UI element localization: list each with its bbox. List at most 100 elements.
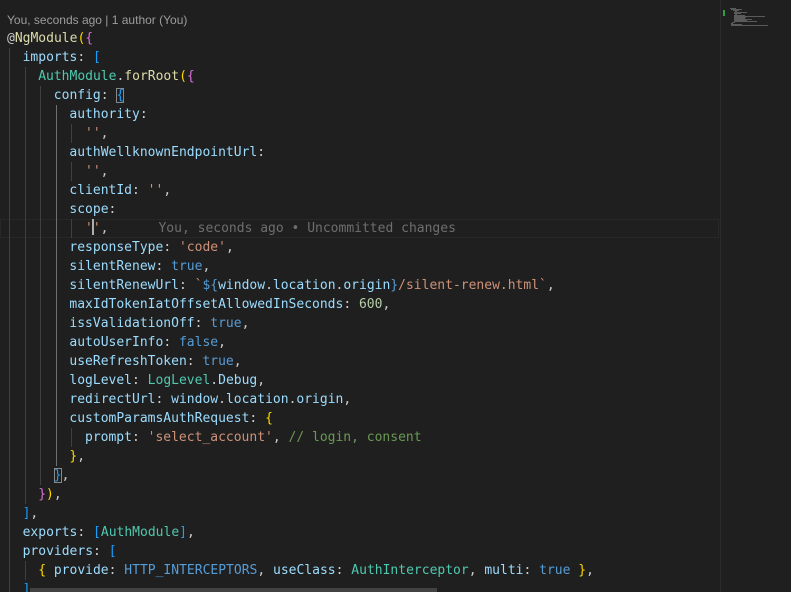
code-token: prompt <box>85 430 132 445</box>
code-token: { <box>85 31 94 46</box>
code-line[interactable]: '', <box>0 162 719 181</box>
code-text: '', You, seconds ago • Uncommitted change… <box>85 219 456 238</box>
code-line[interactable]: prompt: 'select_account', // login, cons… <box>0 428 719 447</box>
code-text: scope: <box>69 200 116 219</box>
code-token: origin <box>343 278 391 293</box>
code-token: '' <box>85 164 101 179</box>
code-line[interactable]: AuthModule.forRoot({ <box>0 67 719 86</box>
code-token: , <box>272 430 289 445</box>
code-token: . <box>218 392 226 407</box>
indent-guide <box>55 200 57 219</box>
horizontal-scrollbar[interactable] <box>30 588 437 592</box>
code-line[interactable]: authority: <box>0 105 719 124</box>
code-line[interactable]: exports: [AuthModule], <box>0 523 719 542</box>
indent-guide <box>9 143 10 162</box>
code-line[interactable]: '', <box>0 124 719 143</box>
code-token: clientId <box>69 183 133 198</box>
code-token: , <box>233 354 242 369</box>
indent-guide <box>40 238 42 257</box>
code-token: : <box>77 525 94 540</box>
indent-guide <box>9 409 10 428</box>
indent-guide <box>9 485 10 504</box>
code-text: authority: <box>69 105 147 124</box>
code-lines[interactable]: @NgModule({imports: [AuthModule.forRoot(… <box>0 29 719 592</box>
code-line[interactable]: @NgModule({ <box>0 29 719 48</box>
indent-guide <box>55 428 57 447</box>
code-line[interactable]: silentRenewUrl: `${window.location.origi… <box>0 276 719 295</box>
code-line[interactable]: maxIdTokenIatOffsetAllowedInSeconds: 600… <box>0 295 719 314</box>
code-token: silentRenew <box>69 259 156 274</box>
code-token: origin <box>296 392 344 407</box>
code-token: ) <box>46 487 54 502</box>
indent-guide <box>9 276 10 295</box>
code-line[interactable]: logLevel: LogLevel.Debug, <box>0 371 719 390</box>
code-line[interactable]: autoUserInfo: false, <box>0 333 719 352</box>
indent-guide <box>40 314 42 333</box>
code-token: providers <box>22 544 94 559</box>
code-line[interactable]: redirectUrl: window.location.origin, <box>0 390 719 409</box>
code-token: : <box>163 335 179 350</box>
code-text: @NgModule({ <box>7 29 93 48</box>
code-line[interactable]: }, <box>0 447 719 466</box>
code-editor[interactable]: You, seconds ago | 1 author (You) @NgMod… <box>0 0 719 592</box>
code-line[interactable]: useRefreshToken: true, <box>0 352 719 371</box>
code-token: @ <box>7 31 15 46</box>
code-token: , <box>343 392 352 407</box>
codelens-blame[interactable]: You, seconds ago | 1 author (You) <box>7 12 187 29</box>
indent-guide <box>9 48 10 67</box>
code-token: authority <box>69 107 140 122</box>
indent-guide <box>40 105 42 124</box>
indent-guide <box>9 238 10 257</box>
code-line[interactable]: { provide: HTTP_INTERCEPTORS, useClass: … <box>0 561 719 580</box>
code-token: responseType <box>69 240 164 255</box>
indent-guide <box>55 447 57 466</box>
code-line[interactable]: issValidationOff: true, <box>0 314 719 333</box>
code-token: : <box>77 50 94 65</box>
indent-guide <box>24 238 26 257</box>
code-text: prompt: 'select_account', // login, cons… <box>85 428 422 447</box>
code-line[interactable]: }, <box>0 466 719 485</box>
code-line[interactable]: authWellknownEndpointUrl: <box>0 143 719 162</box>
code-line[interactable]: customParamsAuthRequest: { <box>0 409 719 428</box>
code-token: : <box>194 316 211 331</box>
code-token: exports <box>22 525 78 540</box>
code-token: , <box>241 316 250 331</box>
code-line[interactable]: scope: <box>0 200 719 219</box>
indent-guide <box>24 105 26 124</box>
code-text: responseType: 'code', <box>69 238 233 257</box>
code-text: silentRenewUrl: `${window.location.origi… <box>69 276 554 295</box>
indent-guide <box>40 143 42 162</box>
code-token: , <box>218 335 226 350</box>
minimap[interactable] <box>720 0 791 592</box>
code-token: : <box>523 563 540 578</box>
code-line[interactable]: imports: [ <box>0 48 719 67</box>
code-token: : <box>249 411 266 426</box>
code-line[interactable]: clientId: '', <box>0 181 719 200</box>
code-text: maxIdTokenIatOffsetAllowedInSeconds: 600… <box>69 295 390 314</box>
code-token: issValidationOff <box>69 316 195 331</box>
code-token: : <box>155 392 172 407</box>
code-token: maxIdTokenIatOffsetAllowedInSeconds <box>69 297 344 312</box>
code-token: true <box>539 563 571 578</box>
indent-guide <box>24 257 26 276</box>
code-token: } <box>53 468 62 483</box>
code-line[interactable]: config: { <box>0 86 719 105</box>
indent-guide <box>9 200 10 219</box>
code-line-current[interactable]: '', You, seconds ago • Uncommitted change… <box>0 219 719 238</box>
code-line[interactable]: }), <box>0 485 719 504</box>
indent-guide <box>24 428 26 447</box>
code-token: imports <box>22 50 78 65</box>
indent-guide <box>9 314 10 333</box>
code-text: clientId: '', <box>69 181 171 200</box>
code-line[interactable]: responseType: 'code', <box>0 238 719 257</box>
code-line[interactable]: providers: [ <box>0 542 719 561</box>
code-token: , <box>257 373 266 388</box>
code-token: , <box>53 487 62 502</box>
indent-guide <box>24 86 26 105</box>
code-line[interactable]: silentRenew: true, <box>0 257 719 276</box>
indent-guide <box>40 124 42 143</box>
code-token: ${ <box>202 278 219 293</box>
indent-guide <box>71 162 73 181</box>
code-line[interactable]: ], <box>0 504 719 523</box>
code-token: : <box>108 202 117 217</box>
